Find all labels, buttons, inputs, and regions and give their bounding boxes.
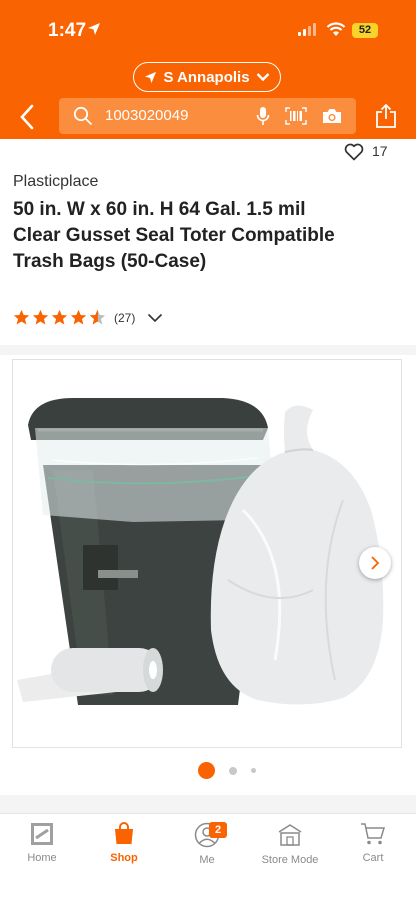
nav-store-mode[interactable]: Store Mode	[250, 822, 330, 866]
nav-cart-label: Cart	[362, 852, 384, 864]
carousel-dot[interactable]	[229, 766, 237, 775]
product-rating[interactable]: (27)	[13, 309, 163, 326]
search-icon	[73, 106, 93, 126]
product-image-carousel[interactable]	[12, 359, 402, 748]
back-arrow-icon[interactable]	[16, 103, 42, 131]
cellular-signal-icon	[298, 23, 316, 36]
store-selector[interactable]: S Annapolis	[133, 62, 281, 92]
store-name: S Annapolis	[163, 68, 250, 86]
chevron-down-icon	[256, 73, 269, 82]
nav-me[interactable]: 2 Me	[167, 822, 247, 866]
home-depot-logo-icon	[31, 823, 53, 845]
location-arrow-icon	[145, 71, 157, 83]
camera-icon[interactable]	[321, 107, 343, 125]
nav-shop[interactable]: Shop	[84, 822, 164, 864]
barcode-scan-icon[interactable]	[285, 107, 307, 125]
search-input[interactable]: 1003020049	[105, 107, 188, 124]
nav-me-label: Me	[199, 854, 215, 866]
carousel-dot-active[interactable]	[198, 762, 215, 779]
star-rating	[13, 309, 106, 326]
nav-store-mode-label: Store Mode	[261, 854, 319, 866]
carousel-dot[interactable]	[251, 768, 256, 773]
heart-icon[interactable]	[344, 143, 364, 161]
review-count: (27)	[114, 310, 136, 325]
chevron-down-icon[interactable]	[147, 313, 163, 323]
star-full-icon	[51, 309, 68, 325]
product-title: 50 in. W x 60 in. H 64 Gal. 1.5 mil Clea…	[13, 199, 335, 272]
location-arrow-icon	[88, 23, 100, 35]
carousel-pagination	[198, 762, 256, 779]
favorites-count: 17	[372, 143, 388, 159]
notification-badge: 2	[209, 822, 227, 838]
nav-cart[interactable]: Cart	[333, 822, 413, 864]
star-full-icon	[13, 309, 30, 325]
share-icon[interactable]	[375, 103, 397, 129]
section-divider	[0, 345, 416, 355]
bottom-navigation: Home Shop 2 Me Store Mode Cart	[0, 813, 416, 903]
app-header: 1:47 52 S Annapolis 1003020049	[0, 0, 416, 139]
battery-indicator: 52	[352, 23, 378, 38]
product-image	[17, 398, 384, 705]
status-time: 1:47	[48, 20, 87, 41]
shopping-bag-icon	[115, 822, 133, 844]
nav-home[interactable]: Home	[2, 822, 82, 864]
nav-home-label: Home	[27, 852, 57, 864]
section-divider	[0, 795, 416, 813]
product-brand[interactable]: Plasticplace	[13, 173, 98, 191]
chevron-right-icon	[371, 556, 380, 570]
wifi-icon	[326, 22, 346, 36]
store-icon	[278, 824, 302, 846]
microphone-icon[interactable]	[256, 106, 270, 126]
carousel-next-button[interactable]	[359, 547, 391, 579]
star-full-icon	[32, 309, 49, 325]
star-half-icon	[89, 309, 106, 325]
star-full-icon	[70, 309, 87, 325]
search-bar[interactable]: 1003020049	[59, 98, 356, 134]
cart-icon	[361, 823, 386, 845]
nav-shop-label: Shop	[110, 852, 138, 864]
status-bar: 1:47 52	[0, 0, 416, 56]
